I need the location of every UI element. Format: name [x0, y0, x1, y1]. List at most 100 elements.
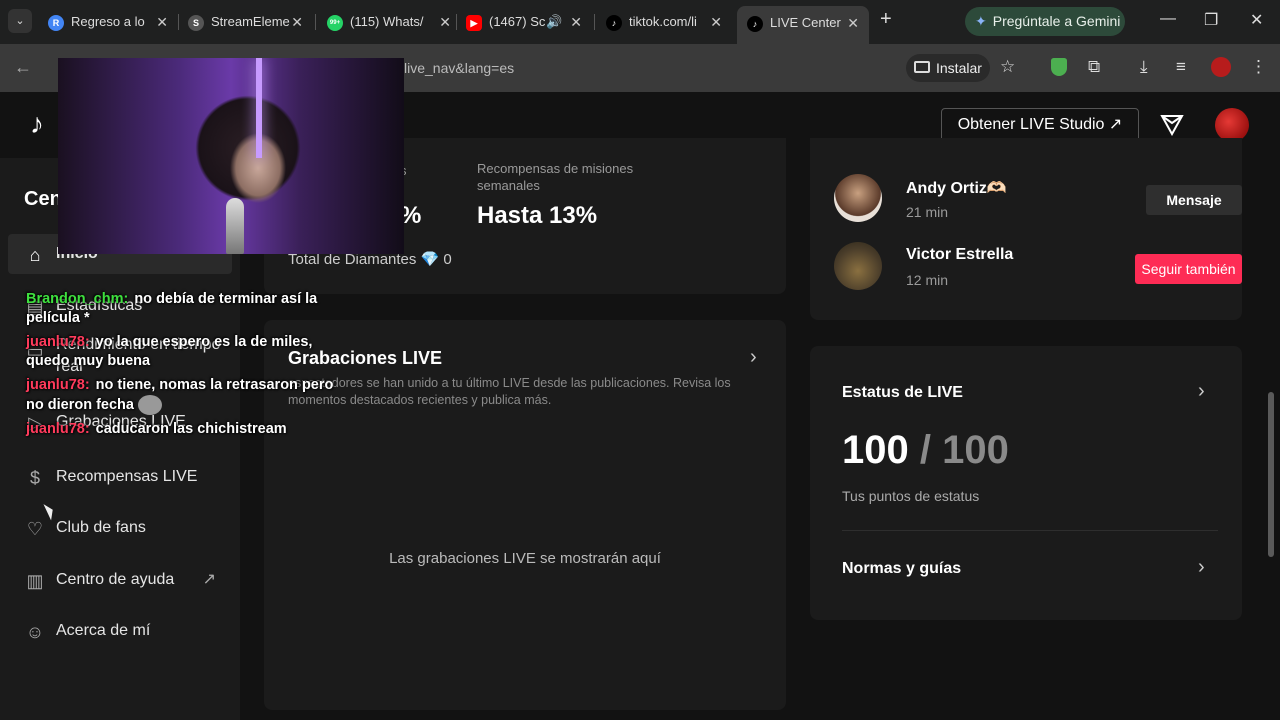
heart-icon: ♡	[26, 519, 44, 539]
extension-shield-icon[interactable]	[1051, 58, 1067, 76]
browser-tab-4[interactable]: ▶ (1467) Sc 🔊 ✕	[466, 7, 582, 37]
get-live-studio-button[interactable]: Obtener LIVE Studio ↗	[941, 108, 1139, 142]
streamelements-favicon-icon: S	[188, 14, 204, 31]
chat-username: Brandon_chm:	[26, 291, 129, 307]
divider	[842, 530, 1218, 531]
message-button[interactable]: Mensaje	[1146, 185, 1242, 215]
sidebar-item-label: Acerca de mí	[56, 622, 151, 639]
browser-tab-3[interactable]: 99+ (115) Whats/ ✕	[327, 7, 451, 37]
restore-button[interactable]: ❐	[1204, 10, 1218, 30]
tab-divider	[178, 14, 179, 30]
browser-tab-strip: ⌄ R Regreso a lo ✕ S StreamEleme ✕ 99+ (115…	[0, 0, 1280, 44]
close-tab-icon[interactable]: ✕	[156, 7, 168, 37]
webcam-overlay	[58, 58, 404, 254]
book-icon: ▥	[26, 571, 44, 591]
gemini-label: Pregúntale a Gemini	[992, 13, 1121, 29]
tab-divider	[315, 14, 316, 30]
sidebar-title: Cen	[24, 188, 62, 210]
tab-divider	[594, 14, 595, 30]
guidelines-link[interactable]: Normas y guías	[842, 560, 961, 578]
audio-playing-icon[interactable]: 🔊	[546, 7, 562, 37]
gemini-button[interactable]: ✦ Pregúntale a Gemini	[965, 7, 1125, 36]
recordings-empty-state: Las grabaciones LIVE se mostrarán aquí	[389, 550, 661, 567]
stream-chat-overlay: Brandon_chm: no debía de terminar así la …	[26, 290, 346, 444]
browser-profile-avatar[interactable]	[1211, 57, 1231, 77]
browser-tab-live-center[interactable]: ♪ LIVE Center ✕	[737, 6, 869, 44]
tab-label: tiktok.com/li	[629, 14, 697, 29]
chat-message: Brandon_chm: no debía de terminar así la …	[26, 290, 346, 328]
status-points-value: 100	[842, 428, 909, 472]
chat-username: juanlu78:	[26, 377, 90, 393]
tab-search-button[interactable]: ⌄	[8, 9, 32, 33]
close-window-button[interactable]: ✕	[1250, 10, 1263, 30]
sidebar-item-label: Centro de ayuda	[56, 571, 175, 588]
tiktok-favicon-icon: ♪	[747, 15, 763, 32]
sidebar-item-label: Recompensas LIVE	[56, 468, 198, 485]
install-icon	[914, 61, 930, 73]
extensions-puzzle-icon[interactable]: ⧉	[1088, 57, 1100, 77]
sidebar-item-centro-de-ayuda[interactable]: ▥ Centro de ayuda ↗	[8, 560, 232, 600]
chat-message: juanlu78: no tiene, nomas la retrasaron p…	[26, 376, 346, 415]
chevron-right-icon[interactable]: ›	[750, 346, 757, 369]
external-link-icon: ↗	[202, 571, 216, 588]
new-tab-button[interactable]: +	[880, 8, 892, 31]
browser-tab-1[interactable]: R Regreso a lo ✕	[48, 7, 168, 37]
address-bar-text[interactable]: live_nav&lang=es	[404, 60, 514, 76]
sidebar-item-recompensas[interactable]: $ Recompensas LIVE	[8, 457, 232, 497]
status-points-max: / 100	[919, 428, 1009, 472]
cat-emote-icon	[138, 395, 162, 415]
browser-tab-5[interactable]: ♪ tiktok.com/li ✕	[606, 7, 722, 37]
close-tab-icon[interactable]: ✕	[847, 6, 859, 40]
tab-label: (1467) Sc	[489, 14, 546, 29]
new-followers-card: Andy Ortiz🫶🏻 21 min Mensaje Victor Estre…	[810, 138, 1242, 320]
avatar[interactable]	[834, 174, 882, 222]
recordings-description: espectadores se han unido a tu último LI…	[288, 376, 731, 407]
bookmark-star-icon[interactable]: ☆	[1000, 57, 1015, 77]
gemini-sparkle-icon: ✦	[975, 13, 987, 29]
status-score: 100 / 100	[842, 428, 1009, 473]
send-filter-icon[interactable]	[1160, 114, 1184, 136]
sidebar-item-acerca-de-mi[interactable]: ☺ Acerca de mí	[8, 611, 232, 651]
tab-label: (115) Whats/	[350, 14, 424, 29]
browser-tab-2[interactable]: S StreamEleme ✕	[188, 7, 303, 37]
chevron-right-icon[interactable]: ›	[1198, 556, 1205, 579]
close-tab-icon[interactable]: ✕	[710, 7, 722, 37]
whatsapp-favicon-icon: 99+	[327, 14, 343, 31]
media-control-icon[interactable]: ≡	[1176, 57, 1186, 77]
home-icon: ⌂	[29, 245, 41, 265]
live-status-card: Estatus de LIVE › 100 / 100 Tus puntos d…	[810, 346, 1242, 620]
mission-rewards-value: Hasta 13%	[477, 202, 598, 229]
back-arrow-icon[interactable]: ←	[14, 57, 32, 78]
tab-label: StreamEleme	[211, 14, 290, 29]
follow-back-button[interactable]: Seguir también	[1135, 254, 1242, 284]
close-tab-icon[interactable]: ✕	[570, 7, 582, 37]
person-icon: ☺	[25, 622, 45, 642]
follower-name[interactable]: Victor Estrella	[906, 246, 1013, 264]
install-app-button[interactable]: Instalar	[906, 54, 990, 82]
install-label: Instalar	[936, 60, 982, 76]
more-menu-icon[interactable]: ⋮	[1250, 57, 1267, 77]
avatar[interactable]	[834, 242, 882, 290]
close-tab-icon[interactable]: ✕	[291, 7, 303, 37]
live-status-title[interactable]: Estatus de LIVE	[842, 384, 963, 402]
chevron-right-icon[interactable]: ›	[1198, 380, 1205, 403]
page-scrollbar[interactable]	[1268, 392, 1274, 557]
r-favicon-icon: R	[48, 14, 64, 31]
close-tab-icon[interactable]: ✕	[439, 7, 451, 37]
chat-username: juanlu78:	[26, 334, 90, 350]
minimize-button[interactable]: —	[1160, 10, 1176, 28]
follower-row: Victor Estrella 12 min Seguir también	[834, 242, 1254, 292]
status-subtitle: Tus puntos de estatus	[842, 488, 980, 504]
coin-icon: $	[29, 468, 40, 488]
led-light-strip	[256, 58, 262, 158]
tiktok-favicon-icon: ♪	[606, 14, 622, 31]
youtube-favicon-icon: ▶	[466, 14, 482, 31]
download-icon[interactable]: ⤓	[1140, 57, 1148, 77]
sidebar-item-label: Club de fans	[56, 519, 146, 536]
sidebar-item-club-de-fans[interactable]: ♡ Club de fans	[8, 508, 232, 548]
follower-name[interactable]: Andy Ortiz🫶🏻	[906, 178, 1007, 198]
chat-message: juanlu78: caducaron las chichistream	[26, 420, 346, 439]
user-avatar[interactable]	[1215, 108, 1249, 142]
tiktok-logo-icon[interactable]: ♪	[30, 108, 44, 140]
mission-rewards-label: Recompensas de misiones semanales	[477, 161, 634, 193]
